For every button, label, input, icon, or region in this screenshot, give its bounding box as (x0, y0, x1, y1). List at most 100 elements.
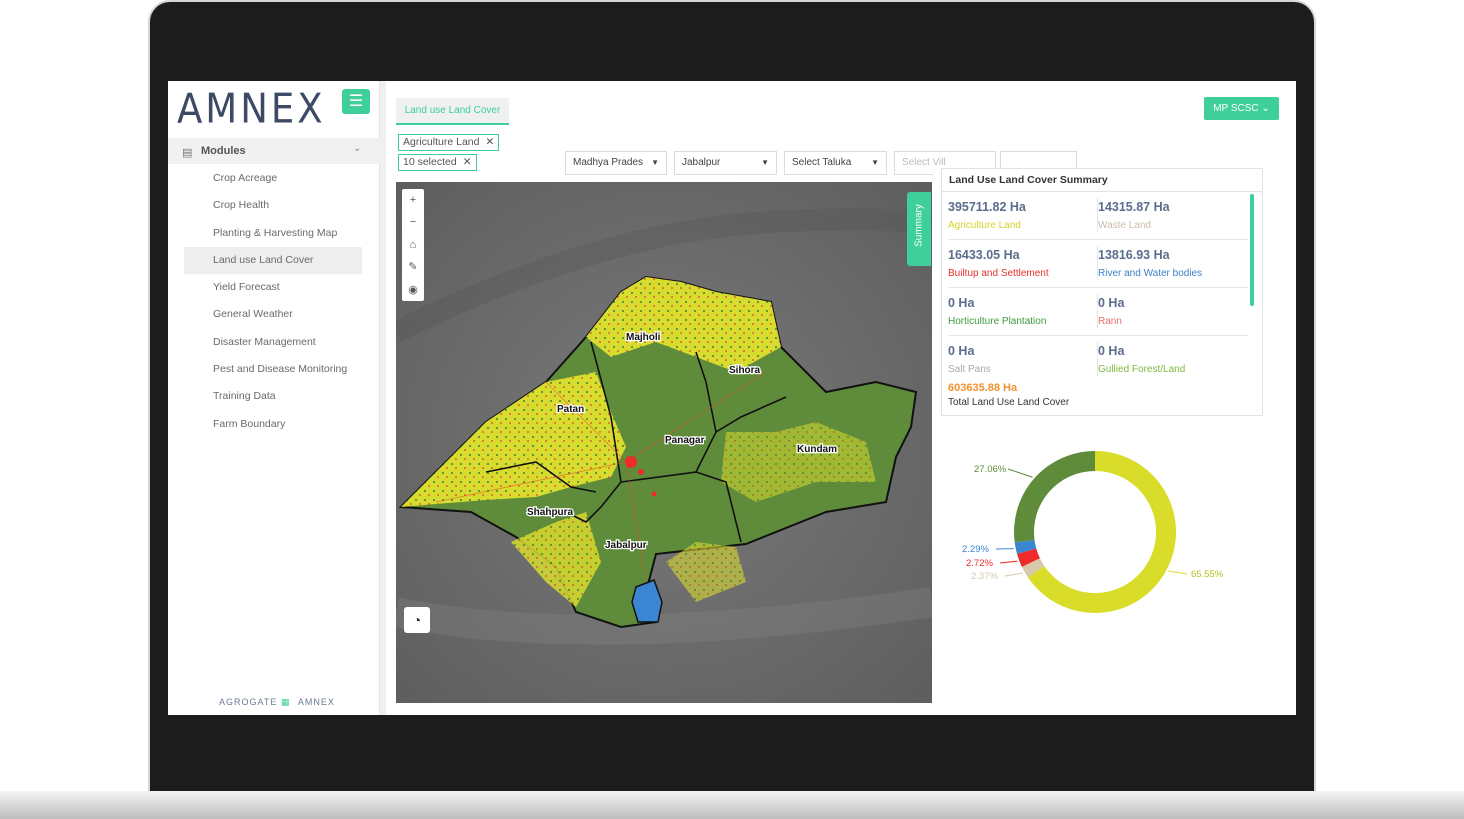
divider (948, 239, 1248, 240)
nav-item-planting-harvesting[interactable]: Planting & Harvesting Map (184, 220, 362, 247)
sidebar: AMNEX ☰ ▤ Modules ⌄ Crop Acreage Crop He… (168, 81, 380, 715)
stat-value: 0 Ha (948, 344, 975, 358)
nav-item-training-data[interactable]: Training Data (184, 383, 362, 410)
selected-count-chip[interactable]: 10 selected ✕ (398, 154, 477, 171)
stat-value: 0 Ha (948, 296, 975, 310)
app-screen: AMNEX ☰ ▤ Modules ⌄ Crop Acreage Crop He… (168, 81, 1296, 715)
state-select[interactable]: Madhya Prades ▼ (565, 151, 667, 175)
close-icon[interactable]: ✕ (485, 136, 494, 148)
village-value: Select Vill (902, 157, 946, 168)
district-select[interactable]: Jabalpur ▼ (674, 151, 777, 175)
laptop-base (0, 791, 1464, 819)
donut-label: 27.06% (974, 464, 1007, 475)
map-label-patan: Patan (557, 404, 584, 415)
stat-label: Agriculture Land (948, 220, 1021, 231)
nav-item-farm-boundary[interactable]: Farm Boundary (184, 411, 362, 438)
stat-builtup: 16433.05 Ha Builtup and Settlement (942, 240, 1092, 288)
taluka-value: Select Taluka (792, 157, 852, 168)
home-icon[interactable]: ⌂ (402, 234, 424, 256)
modules-header[interactable]: ▤ Modules ⌄ (168, 138, 380, 164)
nav-item-crop-acreage[interactable]: Crop Acreage (184, 165, 362, 192)
map-label-jabalpur: Jabalpur (605, 540, 647, 551)
stat-water-bodies: 13816.93 Ha River and Water bodies (1092, 240, 1242, 288)
modules-label: Modules (201, 145, 246, 157)
map-canvas: Majholi Sihora Patan Panagar Kundam Shah… (396, 182, 932, 703)
total-value: 603635.88 Ha (948, 382, 1018, 394)
map-label-panagar: Panagar (665, 435, 705, 446)
summary-tab-label: Summary (913, 204, 925, 247)
nav-item-general-weather[interactable]: General Weather (184, 301, 362, 328)
stat-gullied-forest: 0 Ha Gullied Forest/Land (1092, 336, 1242, 384)
taluka-select[interactable]: Select Taluka ▼ (784, 151, 887, 175)
zoom-out-icon[interactable]: − (402, 211, 424, 233)
agrogate-logo: AGROGATE (219, 697, 278, 707)
divider (1097, 246, 1098, 280)
tab-land-use-land-cover[interactable]: Land use Land Cover (396, 98, 509, 125)
stat-value: 14315.87 Ha (1098, 200, 1170, 214)
caret-down-icon: ▼ (761, 158, 769, 167)
map-label-majholi: Majholi (626, 332, 661, 343)
nav-item-crop-health[interactable]: Crop Health (184, 192, 362, 219)
donut-label: 2.37% (971, 571, 998, 582)
eye-icon[interactable]: ◉ (402, 279, 424, 301)
donut-leader-line (999, 560, 1018, 564)
stat-value: 0 Ha (1098, 344, 1125, 358)
stat-agriculture-land: 395711.82 Ha Agriculture Land (942, 192, 1092, 240)
caret-down-icon: ▼ (871, 158, 879, 167)
main-content: Land use Land Cover MP SCSC ⌄ Agricultur… (386, 81, 1296, 715)
nav-item-yield-forecast[interactable]: Yield Forecast (184, 274, 362, 301)
zoom-in-icon[interactable]: + (402, 189, 424, 211)
total-label: Total Land Use Land Cover (948, 397, 1070, 408)
donut-label: 2.72% (966, 558, 993, 569)
nav-item-disaster-management[interactable]: Disaster Management (184, 329, 362, 356)
stat-waste-land: 14315.87 Ha Waste Land (1092, 192, 1242, 240)
district-value: Jabalpur (682, 157, 721, 168)
stats-scrollbar[interactable] (1250, 194, 1254, 306)
class-filter-chip[interactable]: Agriculture Land ✕ (398, 134, 500, 151)
summary-stats: 395711.82 Ha Agriculture Land 14315.87 Ha… (941, 191, 1263, 416)
stat-rann: 0 Ha Rann (1092, 288, 1242, 336)
stat-value: 16433.05 Ha (948, 248, 1020, 262)
stat-label: Salt Pans (948, 364, 991, 375)
donut-label: 2.29% (962, 544, 989, 555)
hamburger-menu-button[interactable]: ☰ (342, 89, 370, 114)
pencil-icon[interactable]: ✎ (402, 256, 424, 278)
donut-slice-forest[interactable] (1014, 451, 1095, 543)
state-value: Madhya Prades (573, 157, 644, 168)
summary-tab[interactable]: Summary (907, 192, 931, 266)
org-label: MP SCSC (1213, 103, 1259, 114)
summary-panel: Land Use Land Cover Summary 395711.82 Ha… (933, 168, 1280, 696)
map-label-sihora: Sihora (729, 365, 761, 376)
divider (1097, 342, 1098, 376)
donut-leader-line (1004, 572, 1024, 577)
stat-value: 13816.93 Ha (1098, 248, 1170, 262)
org-dropdown-button[interactable]: MP SCSC ⌄ (1204, 97, 1279, 120)
divider (948, 287, 1248, 288)
stat-label: Rann (1098, 316, 1122, 327)
divider (1097, 198, 1098, 232)
module-nav: Crop Acreage Crop Health Planting & Harv… (184, 165, 362, 438)
divider (948, 335, 1248, 336)
nav-item-pest-disease[interactable]: Pest and Disease Monitoring (184, 356, 362, 383)
amnex-footer-logo: AMNEX (297, 697, 335, 707)
map-label-kundam: Kundam (797, 444, 837, 455)
agrogate-mark-icon: ▦ (280, 697, 291, 707)
stat-value: 0 Ha (1098, 296, 1125, 310)
footer-brand: AGROGATE ▦ AMNEX (219, 697, 335, 708)
nav-item-land-use[interactable]: Land use Land Cover (184, 246, 362, 275)
stat-label: Horticulture Plantation (948, 316, 1047, 327)
close-icon[interactable]: ✕ (463, 156, 472, 168)
stat-label: Gullied Forest/Land (1098, 364, 1186, 375)
stat-horticulture: 0 Ha Horticulture Plantation (942, 288, 1092, 336)
chevron-down-icon: ⌄ (1261, 103, 1270, 114)
summary-title: Land Use Land Cover Summary (941, 168, 1263, 192)
donut-label: 65.55% (1191, 569, 1224, 580)
chip-label: 10 selected (403, 156, 457, 168)
map-view[interactable]: Majholi Sihora Patan Panagar Kundam Shah… (396, 182, 932, 703)
pie-chart-icon[interactable]: ◔ (404, 607, 430, 633)
folder-icon: ▤ (182, 147, 193, 159)
stat-label: River and Water bodies (1098, 268, 1203, 279)
divider (1097, 294, 1098, 328)
stat-value: 395711.82 Ha (948, 200, 1026, 214)
donut-leader-line (1007, 468, 1033, 478)
